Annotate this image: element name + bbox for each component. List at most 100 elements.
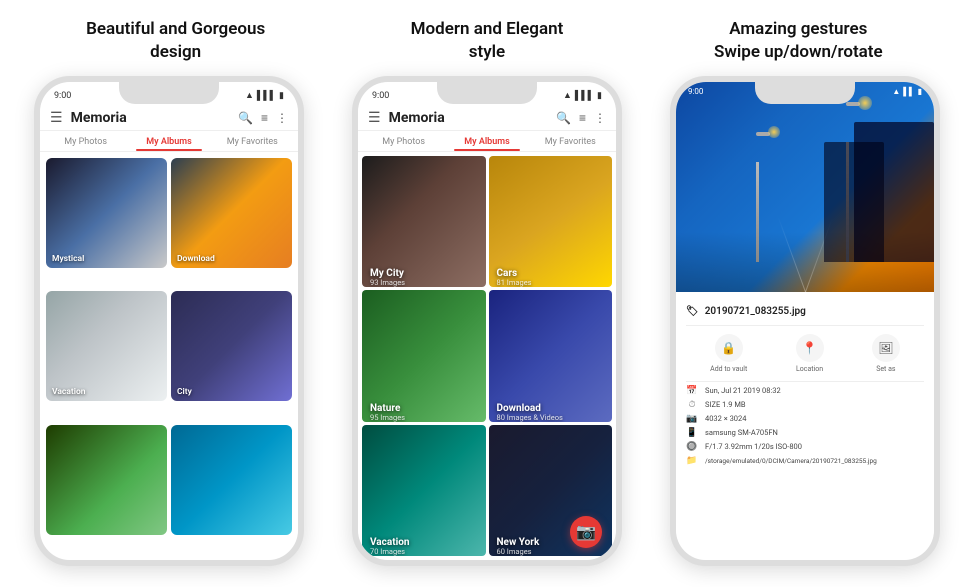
tab2-myfavorites[interactable]: My Favorites: [529, 131, 612, 151]
phone2: 9:00 ▲ ▌▌▌ ▮ ☰ Memoria 🔍 ≡ ⋮ My Photos M…: [352, 76, 622, 566]
album-city-label: City: [177, 387, 192, 397]
meta-date-value: Sun, Jul 21 2019 08:32: [705, 386, 781, 395]
location-btn-label: Location: [796, 365, 823, 373]
battery-icon: ▮: [279, 91, 284, 101]
tab2-myalbums[interactable]: My Albums: [445, 131, 528, 151]
phone1-tab-bar: My Photos My Albums My Favorites: [40, 131, 298, 152]
add-to-vault-btn[interactable]: 🔒 Add to vault: [710, 334, 747, 373]
album-download[interactable]: Download: [171, 158, 292, 268]
more-icon2[interactable]: ⋮: [594, 111, 606, 125]
album-download2-count: 80 Images & Videos: [497, 413, 563, 422]
calendar-icon: 📅: [686, 386, 698, 396]
phone3: 9:00 ▲ ▌▌ ▮ 🏷 20190721_083255.jpg: [670, 76, 940, 566]
location-icon: 📍: [796, 334, 824, 362]
album-vacation2-count: 70 Images: [370, 547, 405, 556]
search-icon[interactable]: 🔍: [238, 111, 253, 125]
album-nature-count: 95 Images: [370, 413, 405, 422]
phones-row: 9:00 ▲ ▌▌▌ ▮ ☰ Memoria 🔍 ≡ ⋮ My Photos M…: [0, 76, 974, 587]
album-cars[interactable]: Cars 81 Images: [489, 156, 613, 287]
menu-icon[interactable]: ☰: [50, 110, 63, 126]
detail-photo: 9:00 ▲ ▌▌ ▮: [676, 82, 934, 292]
photo-time: 9:00: [688, 87, 703, 96]
folder-icon: 📁: [686, 456, 698, 466]
size-icon: ⏱: [686, 400, 698, 410]
album-vacation2[interactable]: Vacation 70 Images: [362, 425, 486, 556]
lamp1: [756, 162, 759, 262]
phone2-header-icons: 🔍 ≡ ⋮: [556, 111, 606, 125]
phone3-screen: 9:00 ▲ ▌▌ ▮ 🏷 20190721_083255.jpg: [676, 82, 934, 560]
photo-battery-icon: ▮: [918, 87, 922, 96]
vault-btn-label: Add to vault: [710, 365, 747, 373]
city-overlay: 9:00 ▲ ▌▌ ▮: [676, 82, 934, 292]
tab-myalbums[interactable]: My Albums: [127, 131, 210, 151]
meta-camera: 🔘 F/1.7 3.92mm 1/20s ISO-800: [686, 442, 924, 452]
album-download-label: Download: [177, 254, 215, 264]
filter-icon2[interactable]: ≡: [579, 111, 586, 125]
tab2-myphotos[interactable]: My Photos: [362, 131, 445, 151]
wifi-icon: ▲: [245, 90, 254, 101]
meta-date: 📅 Sun, Jul 21 2019 08:32: [686, 386, 924, 396]
album-mystical[interactable]: Mystical: [46, 158, 167, 268]
phone2-status-icons: ▲ ▌▌▌ ▮: [563, 90, 602, 101]
album-city[interactable]: City: [171, 291, 292, 401]
phone2-screen: 9:00 ▲ ▌▌▌ ▮ ☰ Memoria 🔍 ≡ ⋮ My Photos M…: [358, 82, 616, 560]
phone1-app-title: Memoria: [71, 110, 238, 126]
meta-size: ⏱ SIZE 1.9 MB: [686, 400, 924, 410]
album-ocean[interactable]: [171, 425, 292, 535]
detail-filename-row: 🏷 20190721_083255.jpg: [686, 300, 924, 326]
device-icon: 📱: [686, 428, 698, 438]
phone1-status-icons: ▲ ▌▌▌ ▮: [245, 90, 284, 101]
lamp1-glow: [768, 126, 780, 138]
camera-fab[interactable]: 📷: [570, 516, 602, 548]
more-icon[interactable]: ⋮: [276, 111, 288, 125]
album-mycity[interactable]: My City 93 Images: [362, 156, 486, 287]
tab-myfavorites[interactable]: My Favorites: [211, 131, 294, 151]
set-as-btn[interactable]: 🖼 Set as: [872, 334, 900, 373]
phone1-album-grid: Mystical Download Vacation City: [40, 152, 298, 560]
road-line1: [778, 217, 806, 292]
meta-path-value: /storage/emulated/0/DCIM/Camera/20190721…: [705, 457, 877, 465]
album-mystical-label: Mystical: [52, 254, 84, 264]
phone1: 9:00 ▲ ▌▌▌ ▮ ☰ Memoria 🔍 ≡ ⋮ My Photos M…: [34, 76, 304, 566]
meta-dimensions-value: 4032 × 3024: [705, 414, 746, 423]
location-btn[interactable]: 📍 Location: [796, 334, 824, 373]
file-icon: 🏷: [686, 306, 699, 317]
search-icon2[interactable]: 🔍: [556, 111, 571, 125]
filter-icon[interactable]: ≡: [261, 111, 268, 125]
album-cars-count: 81 Images: [497, 278, 532, 287]
phone1-time: 9:00: [54, 91, 71, 101]
tab-myphotos[interactable]: My Photos: [44, 131, 127, 151]
aperture-icon: 🔘: [686, 442, 698, 452]
detail-info: 🏷 20190721_083255.jpg 🔒 Add to vault 📍 L…: [676, 292, 934, 560]
detail-filename: 20190721_083255.jpg: [705, 306, 806, 317]
building2: [824, 142, 884, 262]
signal-icon2: ▌▌▌: [575, 90, 594, 101]
phone1-header: ☰ Memoria 🔍 ≡ ⋮: [40, 106, 298, 131]
album-mycity-count: 93 Images: [370, 278, 405, 287]
battery-icon2: ▮: [597, 91, 602, 101]
meta-device: 📱 samsung SM-A705FN: [686, 428, 924, 438]
meta-device-value: samsung SM-A705FN: [705, 428, 778, 437]
meta-camera-value: F/1.7 3.92mm 1/20s ISO-800: [705, 442, 802, 451]
photo-wifi-icon: ▲: [892, 87, 900, 96]
phone3-notch: [755, 82, 855, 104]
album-newyork-count: 60 Images: [497, 547, 532, 556]
vault-icon: 🔒: [715, 334, 743, 362]
section1-title: Beautiful and Gorgeous design: [20, 18, 331, 64]
menu-icon2[interactable]: ☰: [368, 110, 381, 126]
phone2-notch: [437, 82, 537, 104]
phone1-header-icons: 🔍 ≡ ⋮: [238, 111, 288, 125]
section3-title: Amazing gestures Swipe up/down/rotate: [643, 18, 954, 64]
album-plants[interactable]: [46, 425, 167, 535]
album-nature[interactable]: Nature 95 Images: [362, 290, 486, 421]
album-download2[interactable]: Download 80 Images & Videos: [489, 290, 613, 421]
meta-path: 📁 /storage/emulated/0/DCIM/Camera/201907…: [686, 456, 924, 466]
set-as-btn-label: Set as: [876, 365, 895, 373]
album-vacation[interactable]: Vacation: [46, 291, 167, 401]
dimensions-icon: 📷: [686, 414, 698, 424]
phone1-screen: 9:00 ▲ ▌▌▌ ▮ ☰ Memoria 🔍 ≡ ⋮ My Photos M…: [40, 82, 298, 560]
photo-status-icons: ▲ ▌▌ ▮: [892, 87, 922, 96]
wifi-icon2: ▲: [563, 90, 572, 101]
set-as-icon: 🖼: [872, 334, 900, 362]
album-vacation-label: Vacation: [52, 387, 86, 397]
